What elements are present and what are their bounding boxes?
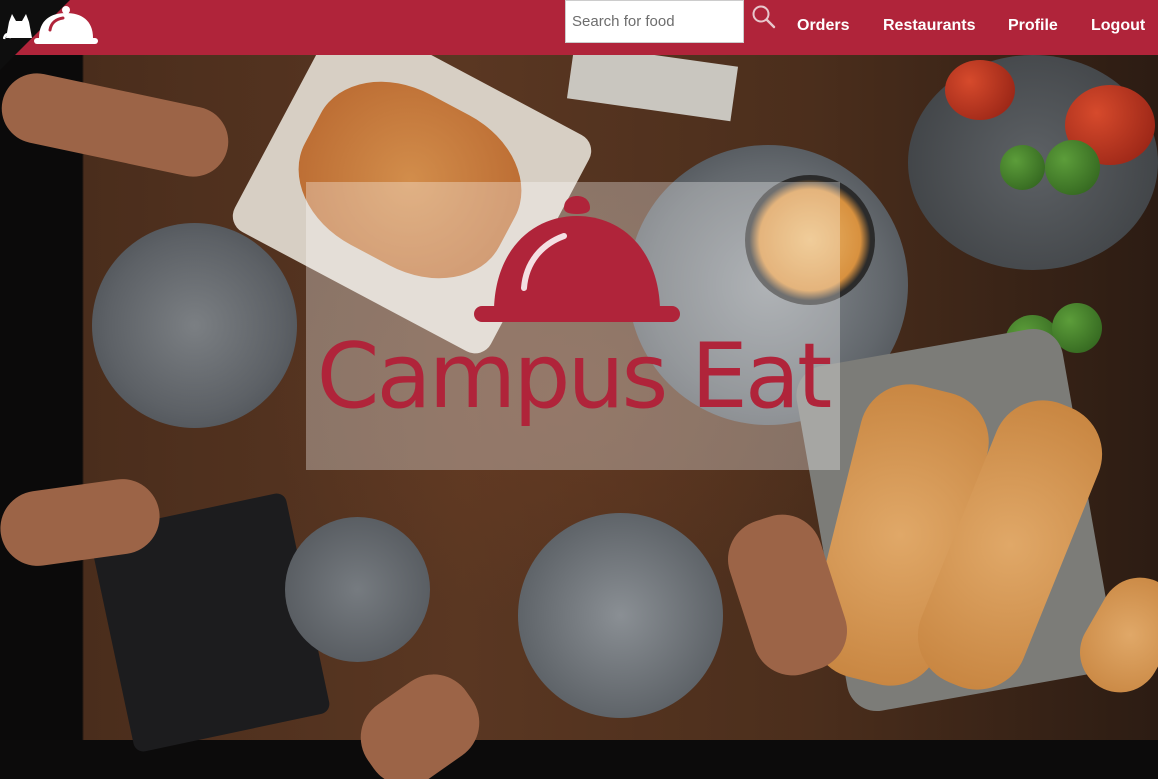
notebook (566, 55, 739, 122)
hero-title: Campus Eat (316, 324, 833, 429)
hero-logo-overlay: Campus Eat (306, 182, 840, 470)
hand (0, 66, 235, 184)
cat-icon[interactable] (2, 8, 37, 47)
green-tomato (1045, 140, 1100, 195)
nav-logout-link[interactable]: Logout (1091, 17, 1145, 35)
nav-profile-link[interactable]: Profile (1008, 17, 1058, 35)
nav-orders-link[interactable]: Orders (797, 17, 849, 35)
nav-restaurants-link[interactable]: Restaurants (883, 17, 975, 35)
kebab-plate (518, 513, 723, 718)
search-input[interactable] (565, 0, 744, 43)
cloche-icon (472, 190, 682, 335)
lime-bowl (285, 517, 430, 662)
search-icon[interactable] (751, 4, 777, 35)
green-tomato (1000, 145, 1045, 190)
cloche-logo-icon[interactable] (33, 4, 99, 51)
falafel-plate (92, 223, 297, 428)
table-edge (0, 740, 1158, 779)
top-navbar: Orders Restaurants Profile Logout (0, 0, 1158, 55)
tomato (945, 60, 1015, 120)
